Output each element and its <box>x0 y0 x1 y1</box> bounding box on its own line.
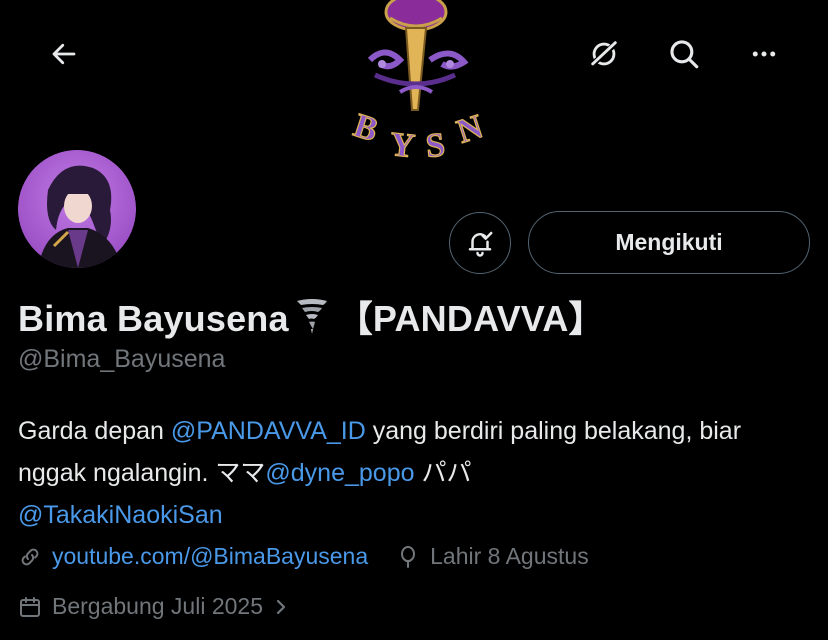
calendar-icon <box>18 595 46 619</box>
tornado-icon <box>295 295 329 344</box>
back-button[interactable] <box>40 30 88 78</box>
notification-bell-button[interactable] <box>449 212 511 274</box>
joined-text: Bergabung Juli 2025 <box>52 593 263 619</box>
arrow-left-icon <box>52 43 76 65</box>
bio-mention-takakinaokisan[interactable]: @TakakiNaokiSan <box>18 501 223 529</box>
balloon-icon <box>396 545 424 569</box>
display-name-text: Bima Bayusena <box>18 298 289 339</box>
logo-letter-n: N <box>453 108 488 151</box>
display-name: Bima Bayusena 【PANDAVVA】 <box>18 290 605 344</box>
bio-text: パパ <box>414 459 472 487</box>
search-icon <box>670 40 699 69</box>
more-options-button[interactable] <box>740 30 788 78</box>
more-horizontal-icon <box>752 51 776 57</box>
bio-mention-pandavva[interactable]: @PANDAVVA_ID <box>171 417 366 445</box>
profile-bio: Garda depan @PANDAVVA_ID yang berdiri pa… <box>18 410 808 536</box>
avatar[interactable] <box>18 150 136 268</box>
website-link[interactable]: youtube.com/@BimaBayusena <box>52 543 368 570</box>
logo-letter-s: S <box>424 126 447 165</box>
bio-mention-dyne-popo[interactable]: @dyne_popo <box>265 459 414 487</box>
logo-letter-b: B <box>349 107 382 149</box>
website-item[interactable]: youtube.com/@BimaBayusena <box>18 543 368 570</box>
joined-row[interactable]: Bergabung Juli 2025 <box>18 593 289 620</box>
link-icon <box>18 545 46 569</box>
bio-text: Garda depan <box>18 417 171 445</box>
search-button[interactable] <box>660 30 708 78</box>
following-button[interactable]: Mengikuti <box>528 211 810 274</box>
banner-logo: B Y S N <box>330 0 500 170</box>
birthday-text: Lahir 8 Agustus <box>430 543 589 569</box>
logo-letter-y: Y <box>388 126 416 165</box>
user-handle: @Bima_Bayusena <box>18 345 226 373</box>
bell-check-icon <box>468 231 493 257</box>
grok-icon <box>589 40 619 68</box>
chevron-right-icon <box>273 597 289 617</box>
grok-button[interactable] <box>580 30 628 78</box>
birthday-item: Lahir 8 Agustus <box>396 543 589 570</box>
bysn-emblem-icon: B Y S N <box>349 0 489 166</box>
profile-meta-row: youtube.com/@BimaBayusena Lahir 8 Agustu… <box>18 543 589 570</box>
avatar-image <box>18 150 136 268</box>
display-name-suffix: 【PANDAVVA】 <box>336 298 605 339</box>
